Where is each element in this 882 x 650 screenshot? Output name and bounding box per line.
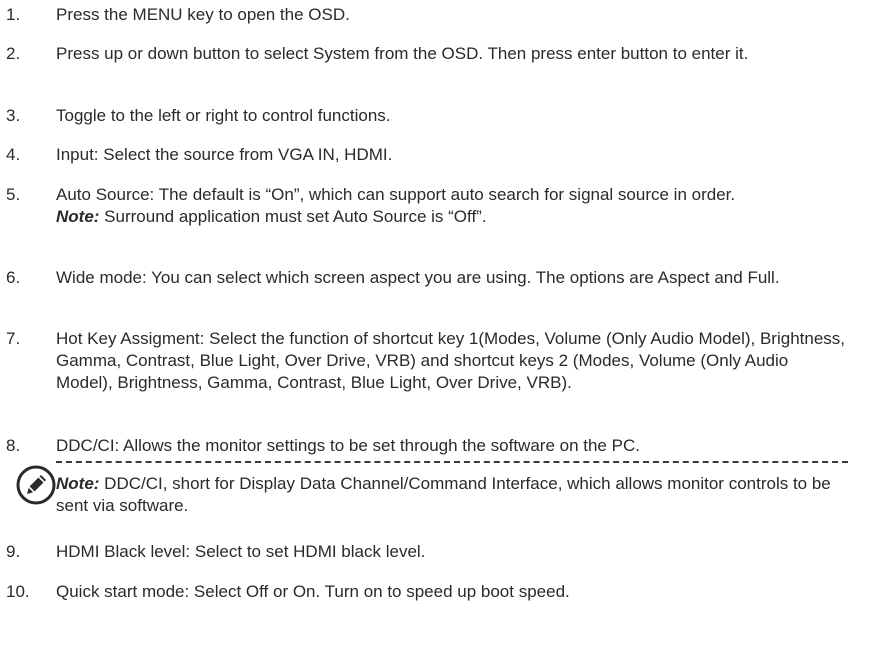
- note-divider: [56, 461, 848, 463]
- step-text: Auto Source: The default is “On”, which …: [56, 184, 848, 228]
- note-label: Note:: [56, 207, 100, 226]
- note-text-block: Note: DDC/CI, short for Display Data Cha…: [56, 473, 848, 517]
- step-text: Quick start mode: Select Off or On. Turn…: [56, 582, 570, 601]
- step-text: Press the MENU key to open the OSD.: [56, 5, 350, 24]
- step-number: 10.: [6, 582, 30, 601]
- step-number: 7.: [6, 329, 21, 348]
- step-number: 8.: [6, 436, 21, 455]
- step-text: DDC/CI: Allows the monitor settings to b…: [56, 436, 640, 455]
- step-number: 2.: [6, 44, 21, 63]
- step-text: Input: Select the source from VGA IN, HD…: [56, 145, 393, 164]
- step-body: Auto Source: The default is “On”, which …: [56, 185, 736, 204]
- note-pencil-icon: [16, 465, 56, 505]
- step-text: Hot Key Assigment: Select the function o…: [56, 329, 845, 392]
- step-number: 9.: [6, 542, 21, 561]
- note-text: Surround application must set Auto Sourc…: [99, 207, 487, 226]
- step-text: Press up or down button to select System…: [56, 44, 749, 63]
- step-number: 1.: [6, 5, 21, 24]
- note-label: Note:: [56, 474, 100, 493]
- step-number: 4.: [6, 145, 21, 164]
- step-number: 6.: [6, 268, 21, 287]
- note-text: DDC/CI, short for Display Data Channel/C…: [56, 474, 831, 515]
- step-text: Wide mode: You can select which screen a…: [56, 268, 780, 287]
- step-text: Toggle to the left or right to control f…: [56, 106, 391, 125]
- step-number: 3.: [6, 106, 21, 125]
- step-text: HDMI Black level: Select to set HDMI bla…: [56, 542, 426, 561]
- step-number: 5.: [6, 185, 21, 204]
